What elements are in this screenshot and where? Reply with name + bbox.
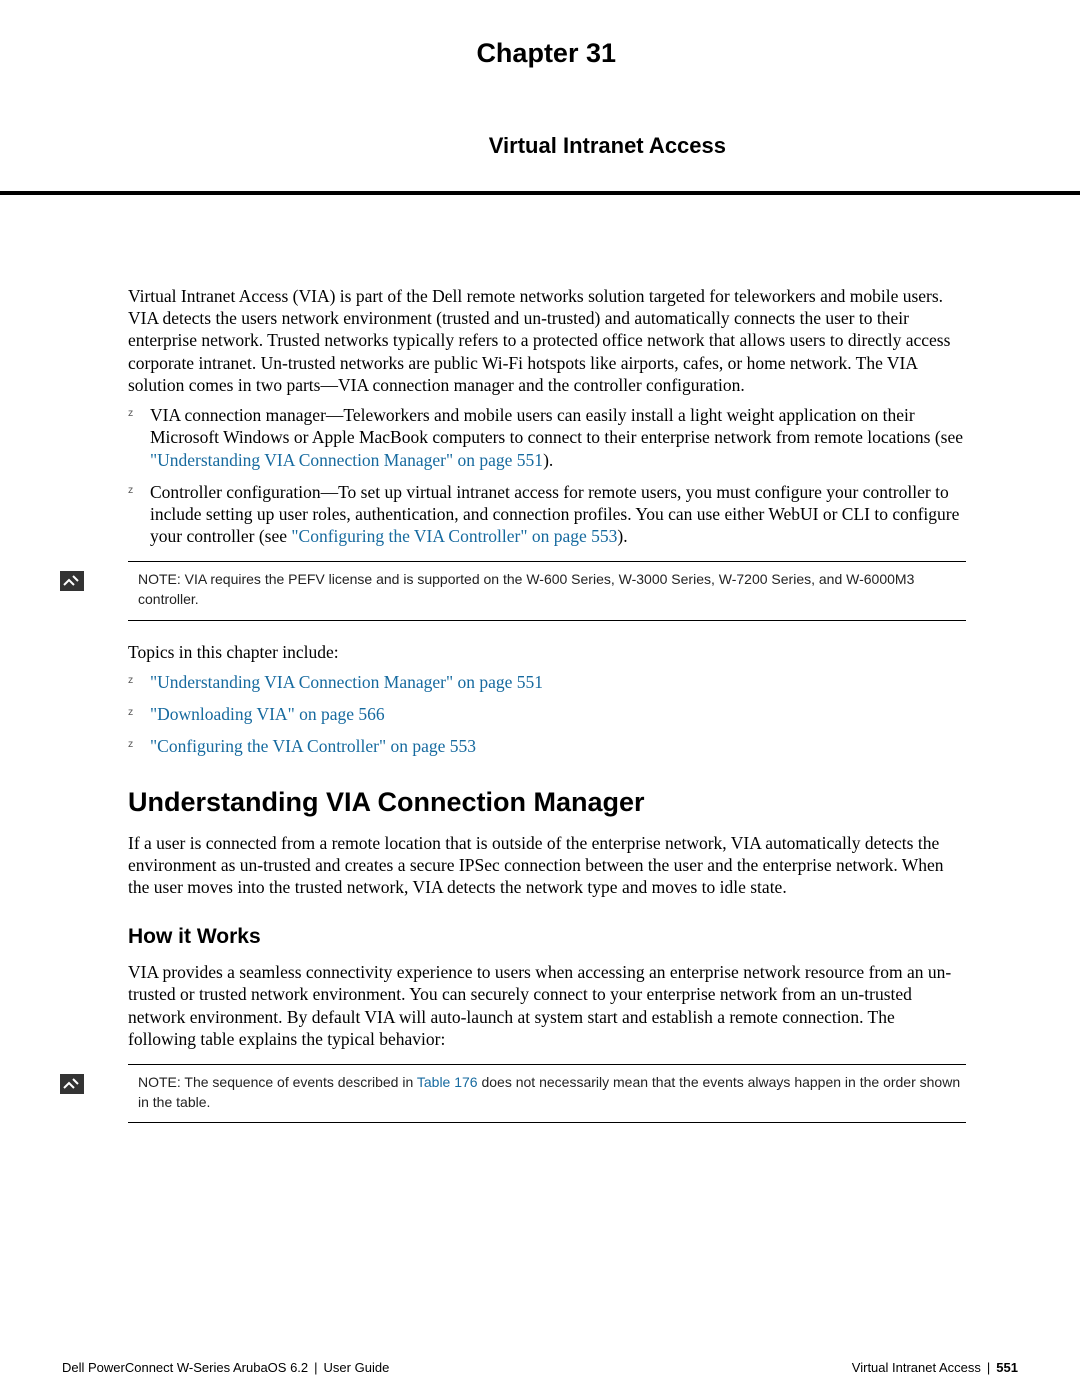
footer-separator: | (314, 1360, 317, 1375)
how-it-works-paragraph: VIA provides a seamless connectivity exp… (128, 961, 966, 1050)
note-text: NOTE: VIA requires the PEFV license and … (128, 562, 966, 619)
chapter-divider (0, 191, 1080, 195)
understanding-paragraph: If a user is connected from a remote loc… (128, 832, 966, 899)
bullet-text-post: ). (617, 526, 627, 546)
list-item: "Downloading VIA" on page 566 (128, 703, 966, 725)
note-text: NOTE: The sequence of events described i… (128, 1065, 966, 1122)
chapter-subtitle: Virtual Intranet Access (114, 133, 966, 159)
link-understanding-via[interactable]: "Understanding VIA Connection Manager" o… (150, 450, 543, 470)
intro-paragraph: Virtual Intranet Access (VIA) is part of… (128, 285, 966, 396)
note-pre: NOTE: The sequence of events described i… (138, 1074, 417, 1090)
footer-left: Dell PowerConnect W-Series ArubaOS 6.2 | U… (62, 1360, 389, 1375)
list-item: Controller configuration—To set up virtu… (128, 481, 966, 548)
footer-doc-type: User Guide (324, 1360, 390, 1375)
topic-link-downloading[interactable]: "Downloading VIA" on page 566 (150, 704, 385, 724)
note-callout: NOTE: VIA requires the PEFV license and … (128, 561, 966, 620)
list-item: "Configuring the VIA Controller" on page… (128, 735, 966, 757)
note-callout: NOTE: The sequence of events described i… (128, 1064, 966, 1123)
note-icon (60, 571, 84, 591)
footer-right: Virtual Intranet Access | 551 (852, 1360, 1018, 1375)
footer-product: Dell PowerConnect W-Series ArubaOS 6.2 (62, 1360, 308, 1375)
heading-understanding: Understanding VIA Connection Manager (128, 785, 966, 819)
list-item: VIA connection manager—Teleworkers and m… (128, 404, 966, 471)
bullet-text: VIA connection manager—Teleworkers and m… (150, 405, 963, 447)
note-icon (60, 1074, 84, 1094)
list-item: "Understanding VIA Connection Manager" o… (128, 671, 966, 693)
page-number: 551 (996, 1360, 1018, 1375)
link-table-176[interactable]: Table 176 (417, 1074, 478, 1090)
chapter-title: Chapter 31 (114, 38, 966, 69)
topic-link-understanding[interactable]: "Understanding VIA Connection Manager" o… (150, 672, 543, 692)
note-divider (128, 1122, 966, 1123)
topic-link-configuring[interactable]: "Configuring the VIA Controller" on page… (150, 736, 476, 756)
topics-intro: Topics in this chapter include: (128, 641, 966, 663)
heading-how-it-works: How it Works (128, 924, 966, 951)
note-divider (128, 620, 966, 621)
page-footer: Dell PowerConnect W-Series ArubaOS 6.2 | U… (0, 1360, 1080, 1375)
link-configuring-via[interactable]: "Configuring the VIA Controller" on page… (291, 526, 617, 546)
footer-section: Virtual Intranet Access (852, 1360, 981, 1375)
bullet-text-post: ). (543, 450, 553, 470)
footer-separator: | (987, 1360, 990, 1375)
